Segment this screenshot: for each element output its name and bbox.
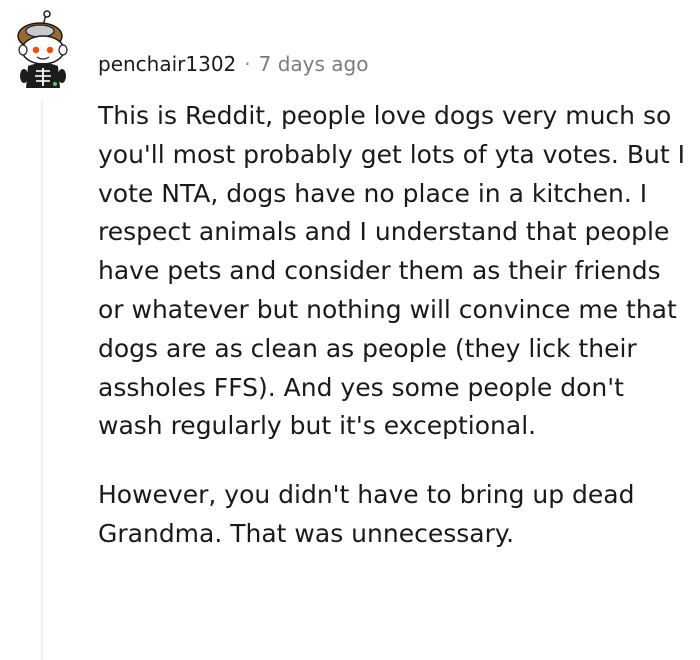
snoo-avatar-icon [17,10,68,88]
comment-paragraph: However, you didn't have to bring up dea… [98,480,635,548]
meta-separator: · [244,52,251,76]
comment-header: penchair1302 · 7 days ago [98,50,368,78]
comment-paragraph: This is Reddit, people love dogs very mu… [98,101,685,441]
thread-line[interactable] [41,100,43,660]
comment-body: This is Reddit, people love dogs very mu… [98,97,688,554]
user-avatar[interactable] [10,10,76,90]
comment-timestamp[interactable]: 7 days ago [259,50,369,78]
comment-author[interactable]: penchair1302 [98,50,236,78]
